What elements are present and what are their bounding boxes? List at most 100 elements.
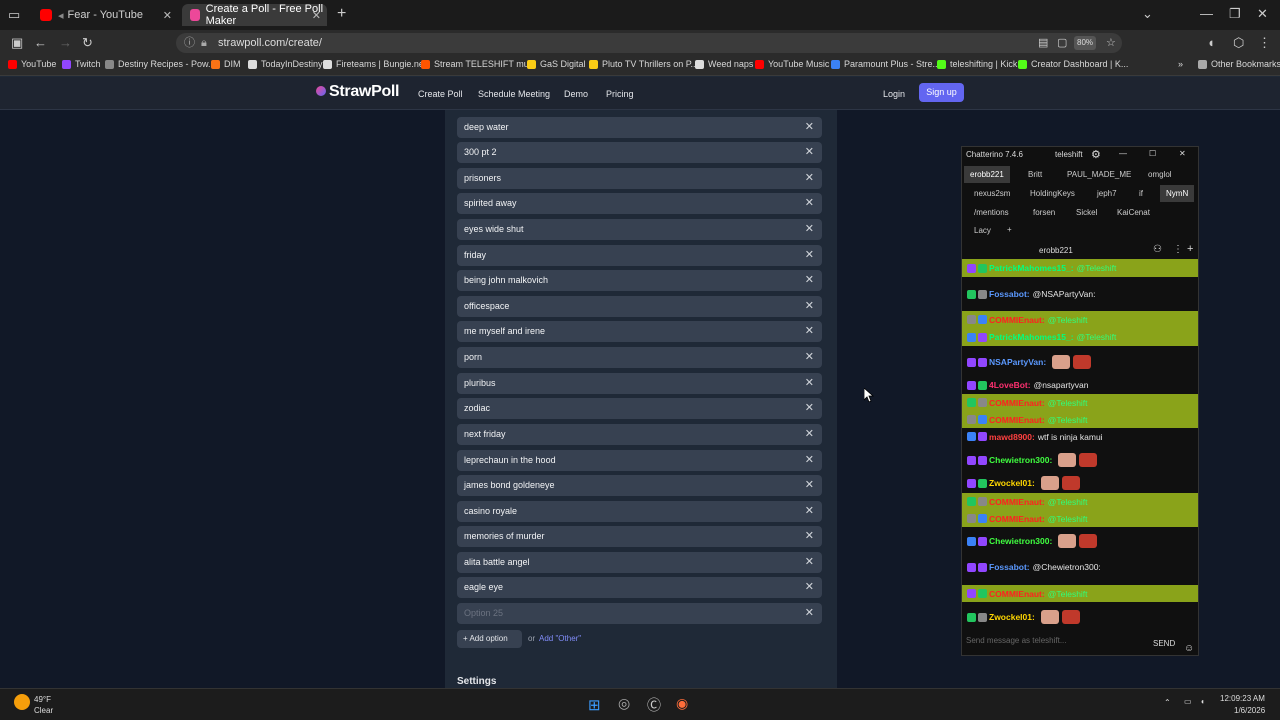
clock-date[interactable]: 1/6/2026	[1234, 706, 1265, 715]
poll-option-input[interactable]: eagle eye ✕	[457, 577, 822, 598]
bookmark-item[interactable]: Stream TELESHIFT mu...	[421, 59, 536, 69]
bookmark-item[interactable]: Creator Dashboard | K...	[1018, 59, 1128, 69]
add-split-icon[interactable]: +	[1187, 243, 1193, 255]
chat-tab[interactable]: omglol	[1142, 166, 1178, 183]
poll-option-input[interactable]: james bond goldeneye ✕	[457, 475, 822, 496]
remove-option-icon[interactable]: ✕	[805, 526, 814, 547]
emote-picker-icon[interactable]: ☺	[1184, 643, 1194, 654]
volume-icon[interactable]: ◖	[1207, 35, 1215, 51]
bookmark-item[interactable]: YouTube Music	[755, 59, 829, 69]
bookmark-item[interactable]: TodayInDestiny	[248, 59, 323, 69]
clock-time[interactable]: 12:09:23 AM	[1220, 694, 1265, 703]
close-window-icon[interactable]: ✕	[1257, 6, 1268, 22]
zoom-level[interactable]: 80%	[1074, 36, 1097, 50]
weather-temp[interactable]: 49°F	[34, 695, 51, 704]
chat-username[interactable]: Fossabot:	[989, 562, 1030, 572]
add-option-button[interactable]: + Add option	[457, 630, 522, 648]
workspaces-icon[interactable]: ▭	[8, 7, 20, 23]
poll-option-input[interactable]: officespace ✕	[457, 296, 822, 317]
bookmark-item[interactable]: GaS Digital	[527, 59, 586, 69]
chat-username[interactable]: PatrickMahomes15_:	[989, 332, 1074, 342]
remove-option-icon[interactable]: ✕	[805, 373, 814, 394]
taskbar-firefox-icon[interactable]: ◉	[676, 695, 688, 712]
chat-username[interactable]: COMMIEnaut:	[989, 315, 1045, 325]
maximize-icon[interactable]: ❐	[1229, 6, 1241, 22]
poll-option-input[interactable]: leprechaun in the hood ✕	[457, 450, 822, 471]
chat-tab[interactable]: forsen	[1027, 204, 1061, 221]
poll-option-input[interactable]: being john malkovich ✕	[457, 270, 822, 291]
bookmark-item[interactable]: Weed naps	[695, 59, 753, 69]
bookmark-item[interactable]: Paramount Plus - Stre...	[831, 59, 940, 69]
remove-option-icon[interactable]: ✕	[805, 552, 814, 573]
bookmark-item[interactable]: YouTube	[8, 59, 56, 69]
chat-tab[interactable]: NymN	[1160, 185, 1195, 202]
chat-username[interactable]: Fossabot:	[989, 289, 1030, 299]
poll-option-input[interactable]: spirited away ✕	[457, 193, 822, 214]
settings-gear-icon[interactable]: ⚙	[1091, 148, 1101, 161]
channel-menu-icon[interactable]: ⋮	[1173, 244, 1183, 255]
poll-option-input[interactable]: alita battle angel ✕	[457, 552, 822, 573]
add-other-link[interactable]: Add "Other"	[539, 634, 581, 643]
chat-username[interactable]: COMMIEnaut:	[989, 589, 1045, 599]
close-tab-icon[interactable]: ✕	[312, 9, 321, 22]
chat-username[interactable]: NSAPartyVan:	[989, 357, 1046, 367]
strawpoll-logo[interactable]: StrawPoll	[316, 83, 400, 101]
remove-option-icon[interactable]: ✕	[805, 117, 814, 138]
weather-icon[interactable]	[14, 694, 30, 710]
login-link[interactable]: Login	[883, 89, 905, 99]
chat-close-icon[interactable]: ✕	[1179, 149, 1186, 158]
taskbar-app-icon[interactable]: ◎	[618, 695, 630, 712]
back-icon[interactable]: ←	[34, 35, 47, 51]
chat-username[interactable]: mawd8900:	[989, 432, 1035, 442]
chat-maximize-icon[interactable]: ☐	[1149, 149, 1156, 158]
remove-option-icon[interactable]: ✕	[805, 424, 814, 445]
send-button[interactable]: SEND	[1153, 639, 1175, 648]
remove-option-icon[interactable]: ✕	[805, 168, 814, 189]
bookmark-item[interactable]: DIM	[211, 59, 241, 69]
minimize-icon[interactable]: —	[1200, 6, 1213, 22]
signup-button[interactable]: Sign up	[919, 83, 964, 102]
poll-option-input[interactable]: next friday ✕	[457, 424, 822, 445]
remove-option-icon[interactable]: ✕	[805, 193, 814, 214]
remove-option-icon[interactable]: ✕	[805, 398, 814, 419]
remove-option-icon[interactable]: ✕	[805, 603, 814, 624]
nav-pricing[interactable]: Pricing	[606, 89, 634, 99]
immersive-icon[interactable]: ▢	[1057, 33, 1067, 53]
chat-tab[interactable]: Britt	[1022, 166, 1048, 183]
tab-strawpoll[interactable]: Create a Poll - Free Poll Maker ✕	[182, 3, 327, 27]
chat-tab[interactable]: if	[1133, 185, 1149, 202]
chat-tab[interactable]: KaiCenat	[1111, 204, 1156, 221]
chat-tab[interactable]: nexus2sm	[968, 185, 1016, 202]
chat-username[interactable]: 4LoveBot:	[989, 380, 1031, 390]
taskbar-browser-icon[interactable]: Ⓒ	[647, 695, 661, 715]
nav-create-poll[interactable]: Create Poll	[418, 89, 463, 99]
bookmark-item[interactable]: Destiny Recipes - Pow...	[105, 59, 216, 69]
poll-option-input[interactable]: friday ✕	[457, 245, 822, 266]
chat-tab[interactable]: Sickel	[1070, 204, 1103, 221]
extensions-icon[interactable]: ⬡	[1233, 35, 1244, 51]
bookmarks-overflow-chevron-icon[interactable]: »	[1178, 59, 1183, 69]
remove-option-icon[interactable]: ✕	[805, 219, 814, 240]
chat-tab[interactable]: /mentions	[968, 204, 1015, 221]
collections-icon[interactable]: ▣	[11, 35, 23, 51]
poll-option-input[interactable]: porn ✕	[457, 347, 822, 368]
remove-option-icon[interactable]: ✕	[805, 296, 814, 317]
chat-username[interactable]: Chewietron300:	[989, 455, 1052, 465]
chat-tab[interactable]: jeph7	[1091, 185, 1123, 202]
forward-icon[interactable]: →	[59, 35, 72, 51]
remove-option-icon[interactable]: ✕	[805, 270, 814, 291]
address-bar[interactable]: ⓘ 🔒︎ strawpoll.com/create/ ▤ ▢ 80% ☆	[176, 33, 1122, 53]
nav-schedule-meeting[interactable]: Schedule Meeting	[478, 89, 550, 99]
bookmark-item[interactable]: Pluto TV Thrillers on P...	[589, 59, 698, 69]
bookmark-item[interactable]: teleshifting | Kick	[937, 59, 1017, 69]
close-tab-icon[interactable]: ✕	[163, 9, 172, 22]
poll-option-input[interactable]: eyes wide shut ✕	[457, 219, 822, 240]
add-tab-icon[interactable]: +	[1001, 221, 1018, 238]
new-tab-icon[interactable]: +	[337, 6, 346, 22]
chat-tab[interactable]: erobb221	[964, 166, 1010, 183]
poll-option-input[interactable]: me myself and irene ✕	[457, 321, 822, 342]
bookmark-item[interactable]: Twitch	[62, 59, 101, 69]
chat-input[interactable]: Send message as teleshift...	[966, 636, 1067, 645]
poll-option-input[interactable]: 300 pt 2 ✕	[457, 142, 822, 163]
chat-username[interactable]: COMMIEnaut:	[989, 497, 1045, 507]
